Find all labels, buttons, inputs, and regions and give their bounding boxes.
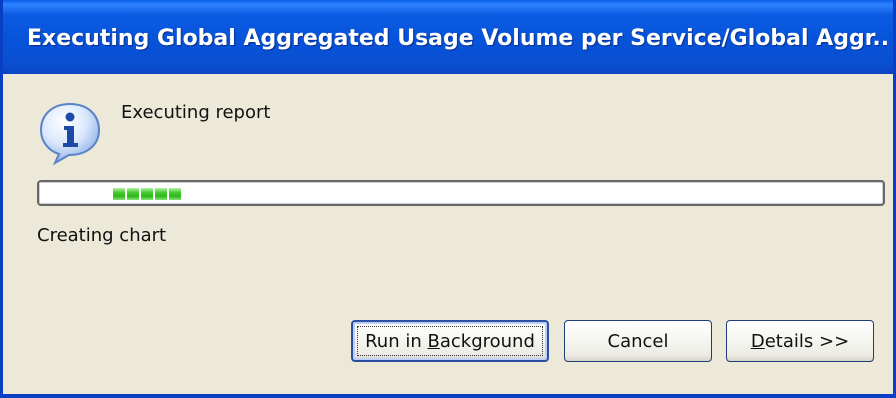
executing-message: Executing report xyxy=(121,102,271,123)
progress-block xyxy=(127,188,139,200)
progress-block xyxy=(141,188,153,200)
progress-block xyxy=(169,188,181,200)
status-text: Creating chart xyxy=(37,225,167,246)
progress-block xyxy=(113,188,125,200)
report-progress-dialog: Executing Global Aggregated Usage Volume… xyxy=(0,0,896,398)
details-label: Details >> xyxy=(750,330,850,352)
cancel-button[interactable]: Cancel xyxy=(564,320,712,362)
window-title: Executing Global Aggregated Usage Volume… xyxy=(27,26,887,51)
progress-bar xyxy=(37,180,885,206)
progress-fill xyxy=(113,188,181,200)
details-button[interactable]: Details >> xyxy=(726,320,874,362)
cancel-label: Cancel xyxy=(607,330,669,352)
title-bar[interactable]: Executing Global Aggregated Usage Volume… xyxy=(3,0,893,74)
run-in-background-label: Run in Background xyxy=(365,330,535,352)
run-in-background-button[interactable]: Run in Background xyxy=(351,320,549,362)
info-icon xyxy=(39,102,101,166)
progress-block xyxy=(155,188,167,200)
